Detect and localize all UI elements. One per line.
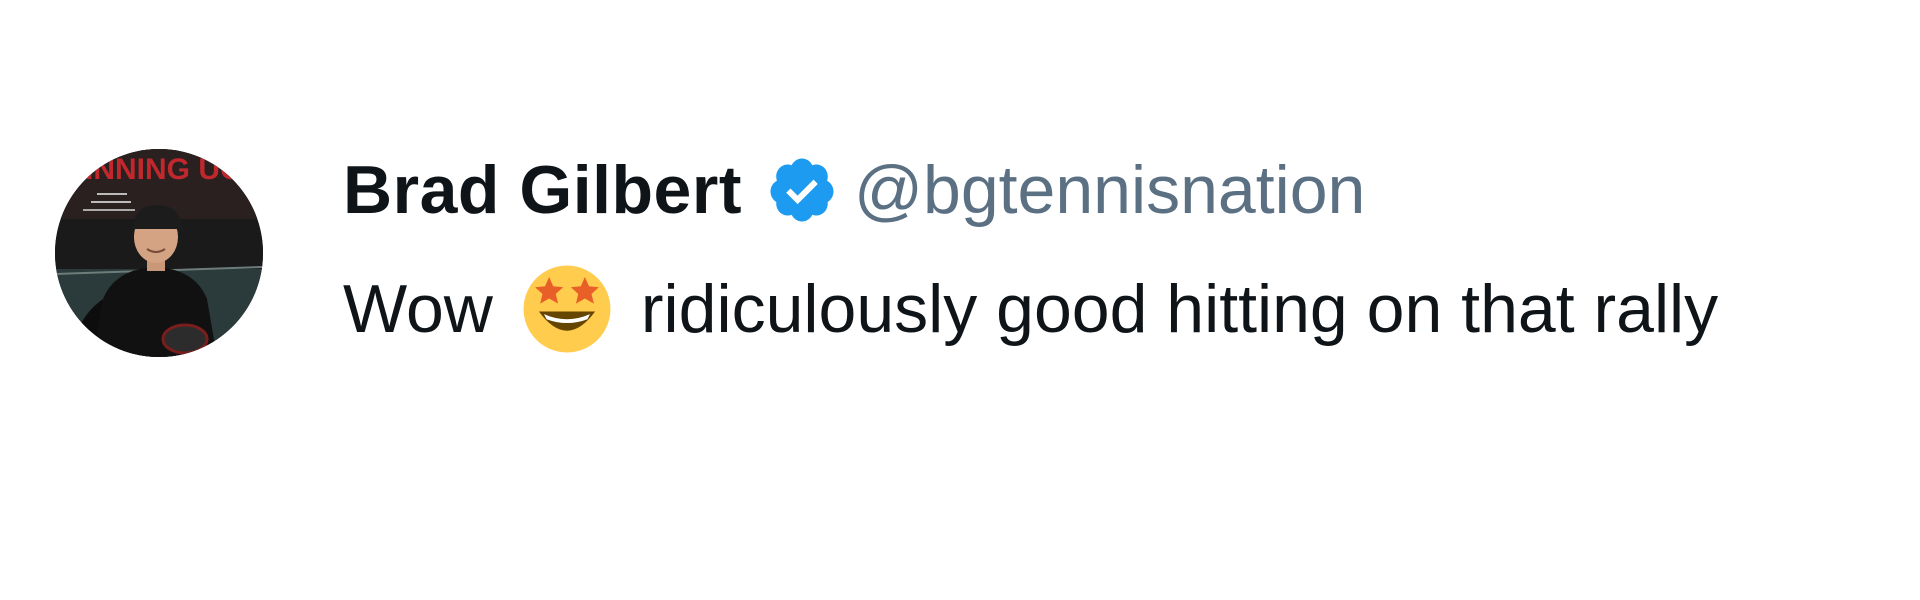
tweet-text-start: Wow — [343, 271, 493, 347]
tweet-text: Wow ridiculously good hitting on that ra… — [343, 264, 1718, 354]
display-name[interactable]: Brad Gilbert — [343, 151, 742, 229]
profile-photo-icon: INNING UG — [55, 149, 263, 357]
avatar-book-title: INNING UG — [85, 153, 243, 186]
verified-badge-icon — [766, 154, 838, 226]
tweet-text-rest: ridiculously good hitting on that rally — [640, 271, 1719, 347]
tweet-header: Brad Gilbert @bgtennisnation — [343, 150, 1365, 230]
user-handle[interactable]: @bgtennisnation — [854, 151, 1365, 229]
avatar[interactable]: INNING UG — [55, 149, 263, 357]
star-struck-emoji-icon — [521, 263, 613, 355]
